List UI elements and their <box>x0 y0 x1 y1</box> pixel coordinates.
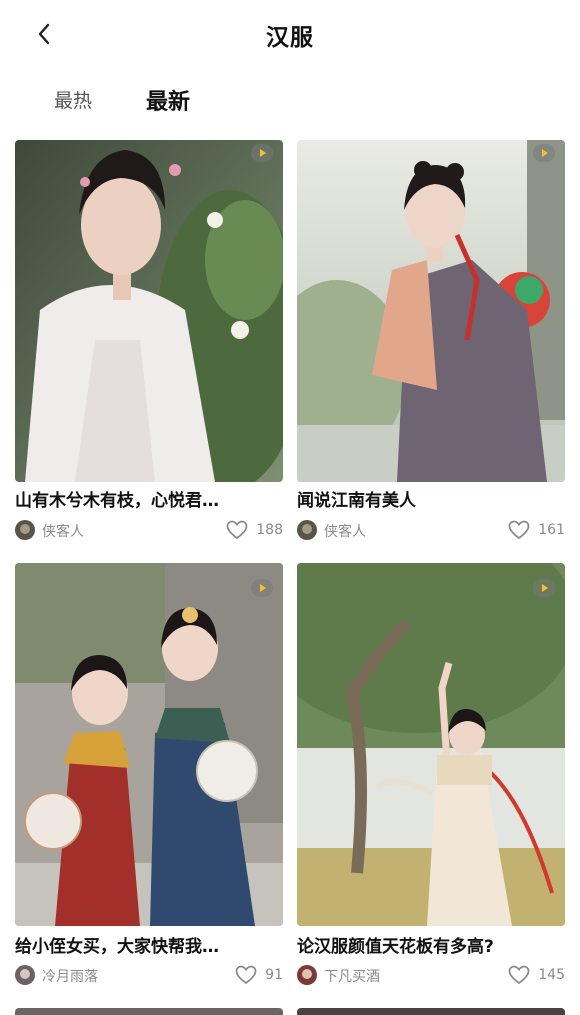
heart-icon <box>226 520 248 540</box>
post-card-partial[interactable] <box>297 1008 565 1015</box>
post-meta: 侠客人 188 <box>15 518 283 544</box>
post-meta: 侠客人 161 <box>297 518 565 544</box>
like-button[interactable]: 91 <box>235 963 283 987</box>
like-button[interactable]: 188 <box>226 518 283 542</box>
like-count: 91 <box>265 967 283 983</box>
post-image[interactable] <box>15 563 283 926</box>
post-image[interactable] <box>297 563 565 926</box>
avatar[interactable] <box>297 520 317 540</box>
heart-icon <box>235 965 257 985</box>
video-badge-icon <box>533 144 555 162</box>
post-image[interactable] <box>15 140 283 482</box>
video-badge-icon <box>251 579 273 597</box>
post-title[interactable]: 山有木兮木有枝，心悦君… <box>15 486 283 516</box>
like-button[interactable]: 161 <box>508 518 565 542</box>
avatar[interactable] <box>15 965 35 985</box>
like-count: 188 <box>256 522 283 538</box>
like-count: 145 <box>538 967 565 983</box>
author-name[interactable]: 侠客人 <box>42 521 84 541</box>
post-card-partial[interactable] <box>15 1008 283 1015</box>
like-count: 161 <box>538 522 565 538</box>
post-title[interactable]: 给小侄女买，大家快帮我… <box>15 932 283 962</box>
author-name[interactable]: 侠客人 <box>324 521 366 541</box>
heart-icon <box>508 965 530 985</box>
post-meta: 冷月雨落 91 <box>15 963 283 989</box>
post-title[interactable]: 闻说江南有美人 <box>297 486 565 516</box>
video-badge-icon <box>251 144 273 162</box>
like-button[interactable]: 145 <box>508 963 565 987</box>
post-grid: 山有木兮木有枝，心悦君… 侠客人 188 闻说江南有美人 侠客人 161 给小侄… <box>0 0 580 1015</box>
post-title[interactable]: 论汉服颜值天花板有多高? <box>297 932 565 962</box>
post-meta: 下凡买酒 145 <box>297 963 565 989</box>
post-image[interactable] <box>297 140 565 482</box>
avatar[interactable] <box>297 965 317 985</box>
author-name[interactable]: 冷月雨落 <box>42 966 98 986</box>
author-name[interactable]: 下凡买酒 <box>324 966 380 986</box>
heart-icon <box>508 520 530 540</box>
avatar[interactable] <box>15 520 35 540</box>
video-badge-icon <box>533 579 555 597</box>
